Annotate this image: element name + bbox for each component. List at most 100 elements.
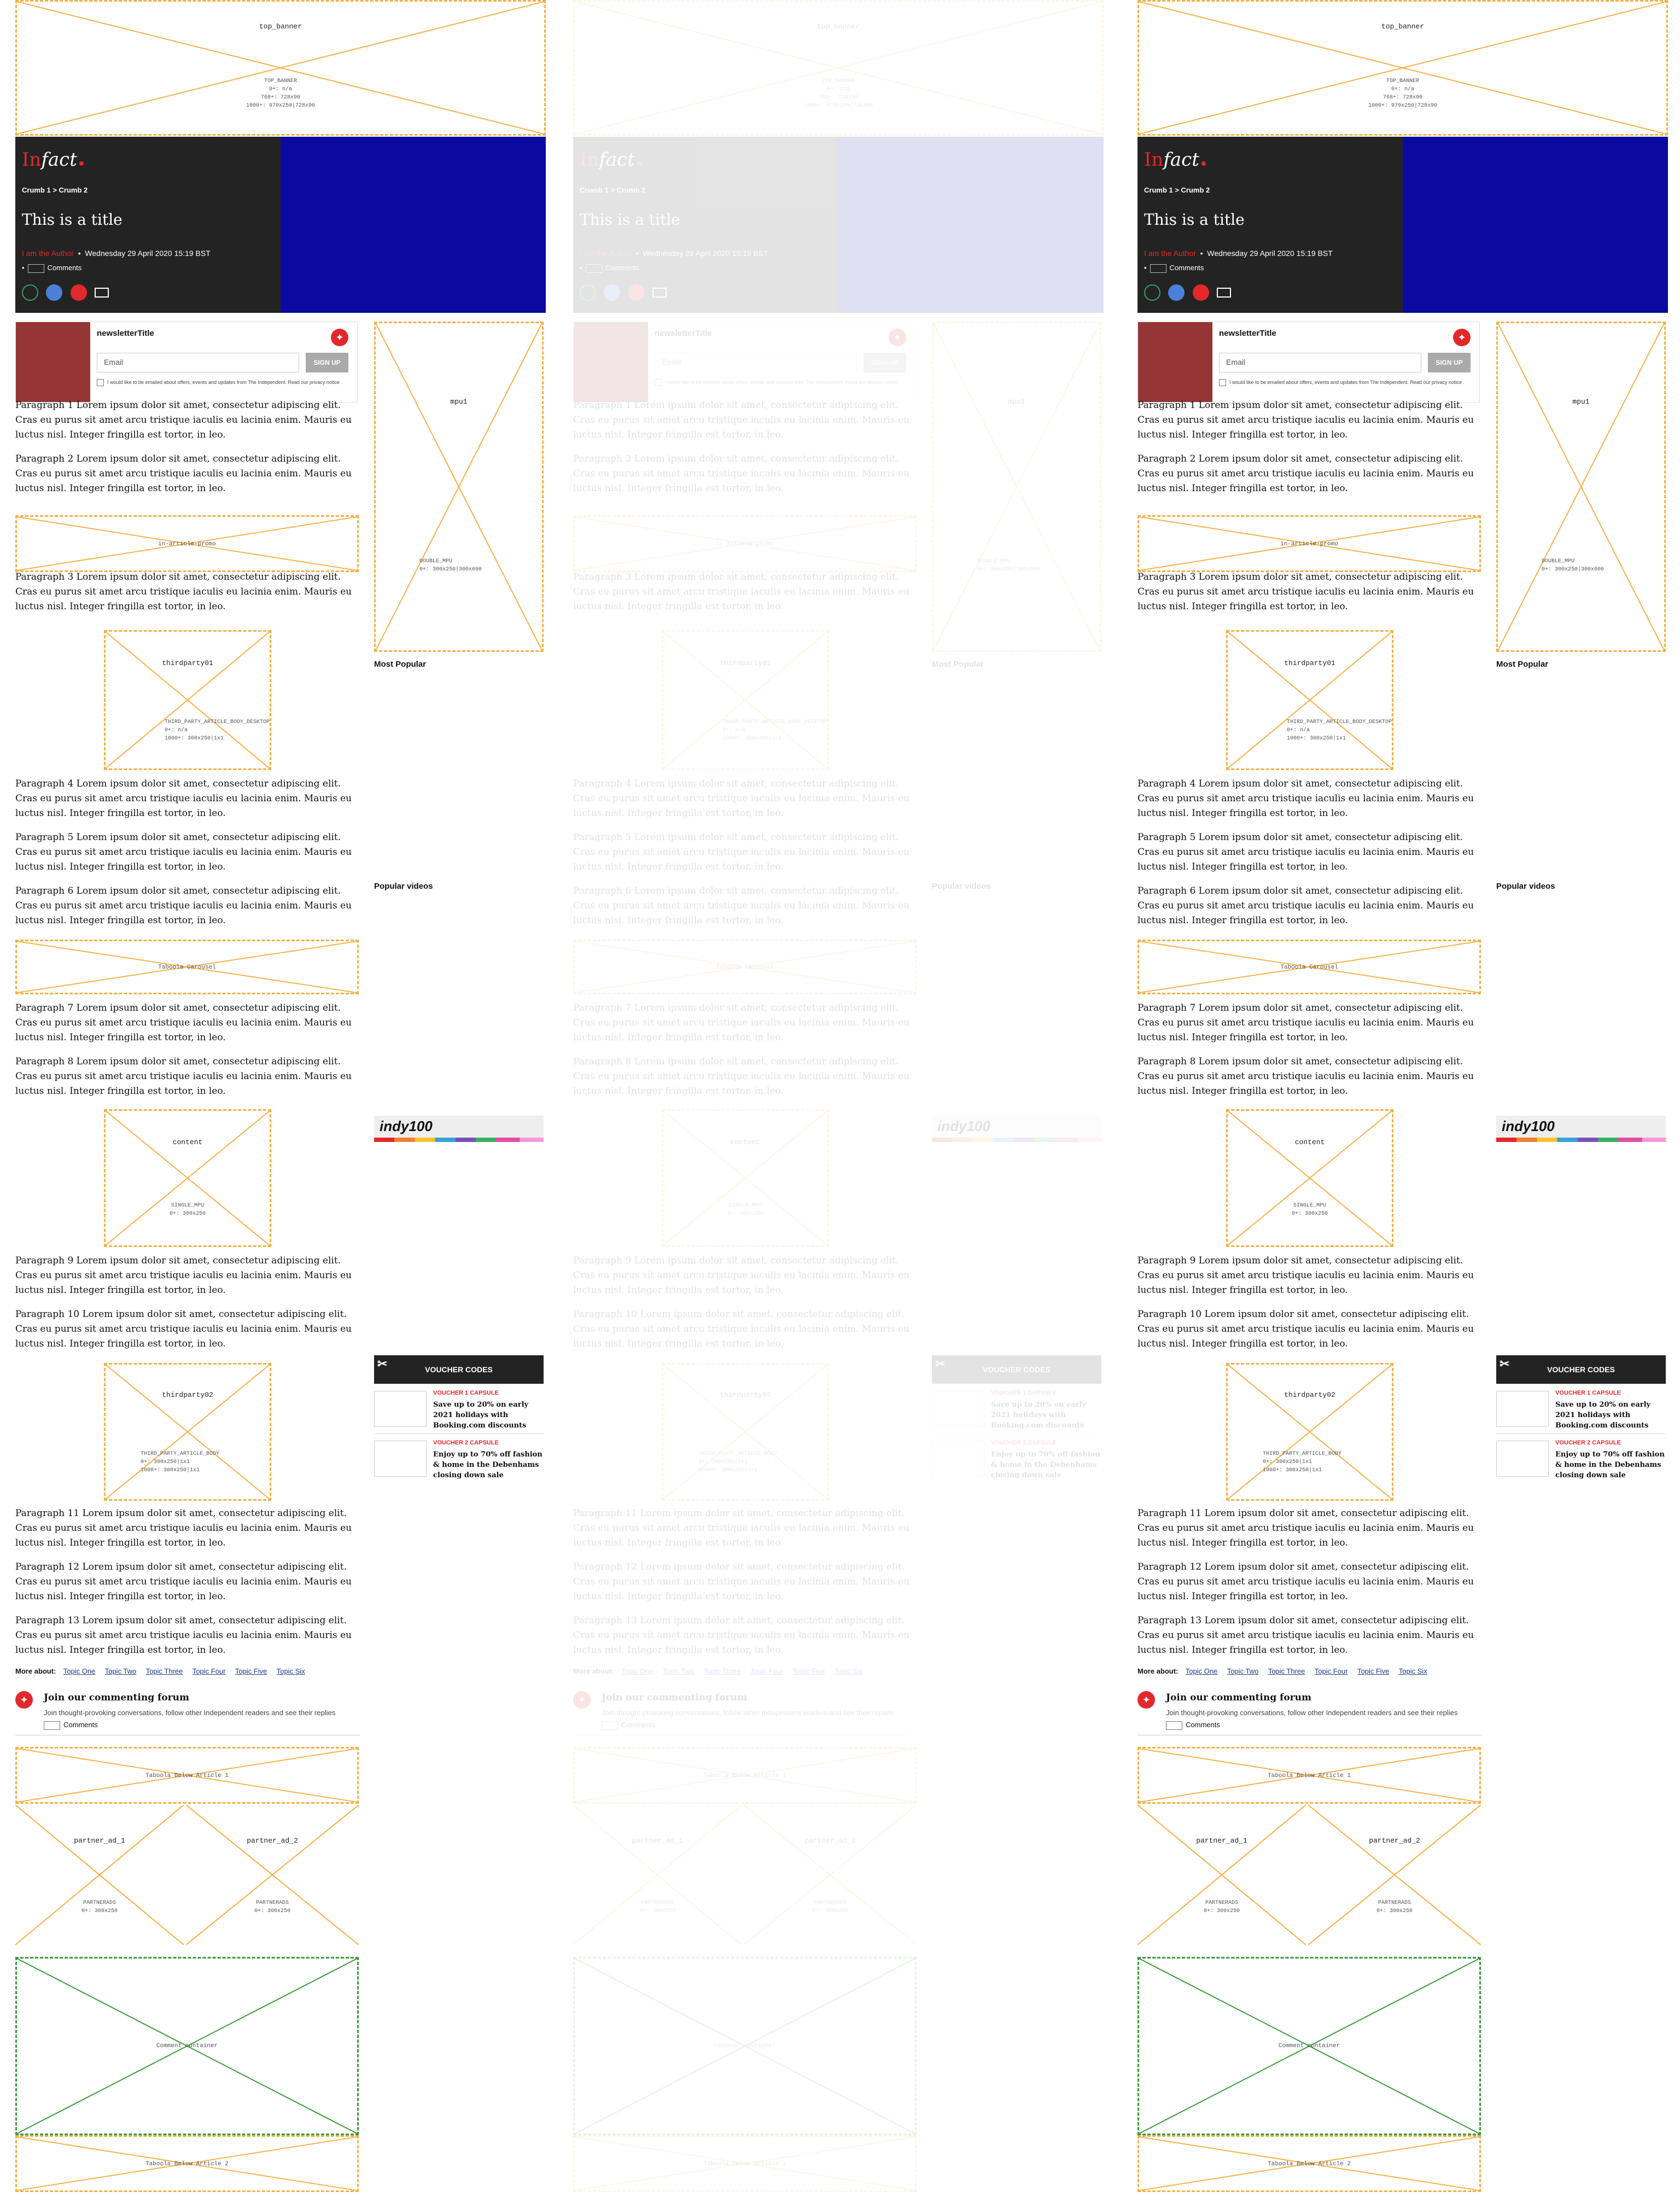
- consent-checkbox[interactable]: I would like to be emailed about offers,…: [1219, 379, 1462, 386]
- voucher-text[interactable]: Enjoy up to 70% off fashion & home in th…: [991, 1449, 1100, 1481]
- ad-config: PARTNERADS 0+: 300x250: [1203, 1900, 1240, 1914]
- author-link[interactable]: I am the Author: [1144, 249, 1196, 258]
- paragraph: Paragraph 5 Lorem ipsum dolor sit amet, …: [15, 832, 352, 872]
- comments-link[interactable]: Comments: [44, 1721, 98, 1730]
- bookmark-icon[interactable]: [1144, 284, 1160, 301]
- site-logo[interactable]: Infact: [1144, 149, 1206, 171]
- paragraph: Paragraph 3 Lorem ipsum dolor sit amet, …: [15, 572, 352, 612]
- topic-link[interactable]: Topic Four: [1315, 1667, 1348, 1675]
- topic-link[interactable]: Topic Six: [277, 1667, 305, 1675]
- comments-link[interactable]: Comments: [1166, 1721, 1220, 1730]
- indy100-widget[interactable]: indy100: [374, 1116, 544, 1142]
- color-stripe: [1496, 1138, 1666, 1142]
- mail-icon[interactable]: [1217, 288, 1232, 298]
- ad-config: DOUBLE_MPU 0+: 300x250|300x600: [1542, 558, 1605, 573]
- breadcrumb[interactable]: Crumb 1 > Crumb 2: [22, 186, 88, 194]
- bookmark-icon[interactable]: [22, 284, 38, 301]
- paragraph: Paragraph 4 Lorem ipsum dolor sit amet, …: [1138, 778, 1474, 819]
- voucher-item[interactable]: VOUCHER 1 CAPSULE Save up to 20% on earl…: [1496, 1384, 1666, 1433]
- author-link[interactable]: I am the Author: [22, 249, 74, 258]
- topic-link[interactable]: Topic Five: [1357, 1667, 1390, 1675]
- facebook-icon[interactable]: [604, 284, 621, 301]
- paragraph: Paragraph 4 Lorem ipsum dolor sit amet, …: [573, 778, 910, 819]
- voucher-text[interactable]: Enjoy up to 70% off fashion & home in th…: [433, 1449, 542, 1481]
- comments-link[interactable]: • Comments: [1144, 264, 1204, 273]
- breadcrumb[interactable]: Crumb 1 > Crumb 2: [580, 186, 645, 194]
- topic-link[interactable]: Topic Four: [192, 1667, 226, 1675]
- topic-link[interactable]: Topic One: [63, 1667, 96, 1675]
- voucher-item[interactable]: VOUCHER 2 CAPSULE Enjoy up to 70% off fa…: [932, 1433, 1101, 1483]
- pinterest-icon[interactable]: [70, 284, 87, 301]
- consent-checkbox[interactable]: I would like to be emailed about offers,…: [655, 379, 897, 386]
- partner-ad-1: partner_ad_1 PARTNERADS 0+: 300x250: [573, 1805, 742, 1945]
- top-banner-ad: top_banner TOP_BANNER 0+: n/a 768+: 728x…: [573, 0, 1104, 136]
- comments-link[interactable]: • Comments: [580, 264, 639, 273]
- topic-link[interactable]: Topic Three: [1268, 1667, 1305, 1675]
- paragraph: Paragraph 5 Lorem ipsum dolor sit amet, …: [573, 832, 910, 872]
- voucher-text[interactable]: Save up to 20% on early 2021 holidays wi…: [991, 1400, 1100, 1431]
- signup-button[interactable]: SIGN UP: [864, 353, 906, 372]
- mail-icon[interactable]: [95, 288, 109, 298]
- topic-link[interactable]: Topic Six: [835, 1667, 863, 1675]
- paragraph: Paragraph 10 Lorem ipsum dolor sit amet,…: [1138, 1309, 1474, 1349]
- facebook-icon[interactable]: [1168, 284, 1185, 301]
- article-header: Infact Crumb 1 > Crumb 2 This is a title…: [573, 137, 1104, 313]
- topic-link[interactable]: Topic Three: [146, 1667, 183, 1675]
- taboola-carousel-ad: Taboola Carousel: [1138, 940, 1481, 994]
- newsletter-title: newsletterTitle: [97, 329, 154, 338]
- voucher-item[interactable]: VOUCHER 1 CAPSULE Save up to 20% on earl…: [374, 1384, 544, 1433]
- forum-title: Join our commenting forum: [44, 1692, 189, 1703]
- signup-button[interactable]: SIGN UP: [1428, 353, 1471, 372]
- voucher-text[interactable]: Save up to 20% on early 2021 holidays wi…: [433, 1400, 542, 1431]
- paragraph: Paragraph 3 Lorem ipsum dolor sit amet, …: [1138, 572, 1474, 612]
- indy100-widget[interactable]: indy100: [932, 1116, 1101, 1142]
- paragraph: Paragraph 9 Lorem ipsum dolor sit amet, …: [573, 1255, 910, 1296]
- ad-name: Taboola Below Article 1: [1268, 1773, 1351, 1779]
- topic-link[interactable]: Topic Three: [704, 1667, 741, 1675]
- topic-link[interactable]: Topic Five: [793, 1667, 825, 1675]
- breadcrumb[interactable]: Crumb 1 > Crumb 2: [1144, 186, 1210, 194]
- topic-link[interactable]: Topic Five: [235, 1667, 267, 1675]
- forum-subtitle: Join thought-provoking conversations, fo…: [602, 1709, 894, 1717]
- email-input[interactable]: Email: [655, 353, 857, 372]
- email-input[interactable]: Email: [97, 353, 299, 372]
- voucher-header: ✂ VOUCHER CODES: [374, 1355, 544, 1384]
- mail-icon[interactable]: [652, 288, 667, 298]
- indy100-widget[interactable]: indy100: [1496, 1116, 1666, 1142]
- forum-subtitle: Join thought-provoking conversations, fo…: [44, 1709, 336, 1717]
- topic-link[interactable]: Topic One: [621, 1667, 654, 1675]
- ad-name: Taboola Carousel: [158, 964, 216, 971]
- site-logo[interactable]: Infact: [580, 149, 641, 171]
- consent-checkbox[interactable]: I would like to be emailed about offers,…: [97, 379, 340, 386]
- paragraph: Paragraph 7 Lorem ipsum dolor sit amet, …: [1138, 1003, 1474, 1043]
- pinterest-icon[interactable]: [628, 284, 645, 301]
- article-meta: I am the Author • Wednesday 29 April 202…: [580, 249, 768, 258]
- scissors-icon: ✂: [935, 1357, 946, 1371]
- email-input[interactable]: Email: [1219, 353, 1421, 372]
- topic-link[interactable]: Topic Two: [105, 1667, 137, 1675]
- facebook-icon[interactable]: [46, 284, 63, 301]
- comments-link[interactable]: Comments: [602, 1721, 656, 1730]
- ad-name: Taboola Below Article 2: [145, 2161, 229, 2167]
- voucher-item[interactable]: VOUCHER 2 CAPSULE Enjoy up to 70% off fa…: [1496, 1433, 1666, 1483]
- comments-link[interactable]: • Comments: [22, 264, 81, 273]
- voucher-codes-widget: ✂ VOUCHER CODES VOUCHER 1 CAPSULE Save up…: [932, 1355, 1101, 1483]
- paragraph: Paragraph 6 Lorem ipsum dolor sit amet, …: [15, 885, 352, 926]
- topic-link[interactable]: Topic Six: [1399, 1667, 1427, 1675]
- topic-link[interactable]: Topic Two: [1227, 1667, 1259, 1675]
- bookmark-icon[interactable]: [580, 284, 596, 301]
- independent-eagle-icon: ✦: [1138, 1691, 1155, 1709]
- paragraph: Paragraph 10 Lorem ipsum dolor sit amet,…: [15, 1309, 352, 1349]
- voucher-text[interactable]: Enjoy up to 70% off fashion & home in th…: [1555, 1449, 1665, 1481]
- topic-link[interactable]: Topic Two: [663, 1667, 695, 1675]
- voucher-item[interactable]: VOUCHER 2 CAPSULE Enjoy up to 70% off fa…: [374, 1433, 544, 1483]
- voucher-item[interactable]: VOUCHER 1 CAPSULE Save up to 20% on earl…: [932, 1384, 1101, 1433]
- more-about: More about: Topic One Topic Two Topic Th…: [1138, 1667, 1427, 1675]
- site-logo[interactable]: Infact: [22, 149, 84, 171]
- signup-button[interactable]: SIGN UP: [306, 353, 348, 372]
- topic-link[interactable]: Topic Four: [750, 1667, 784, 1675]
- pinterest-icon[interactable]: [1192, 284, 1209, 301]
- author-link[interactable]: I am the Author: [580, 249, 632, 258]
- voucher-text[interactable]: Save up to 20% on early 2021 holidays wi…: [1555, 1400, 1665, 1431]
- topic-link[interactable]: Topic One: [1186, 1667, 1218, 1675]
